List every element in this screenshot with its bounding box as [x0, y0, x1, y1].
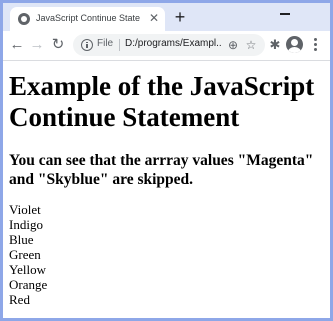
- close-icon[interactable]: ✕: [148, 12, 160, 24]
- new-tab-button[interactable]: +: [170, 7, 190, 27]
- address-bar[interactable]: File D:/programs/Exampl... ⊕ ☆: [73, 34, 265, 56]
- browser-window: JavaScript Continue Statement ✕ + ← → ↻ …: [3, 3, 330, 318]
- url-text[interactable]: D:/programs/Exampl...: [125, 38, 221, 49]
- color-list: Violet Indigo Blue Green Yellow Orange R…: [9, 202, 209, 307]
- active-tab[interactable]: JavaScript Continue Statement ✕: [10, 7, 165, 31]
- bookmark-star-icon[interactable]: ☆: [243, 37, 259, 53]
- tab-strip: JavaScript Continue Statement ✕ +: [3, 3, 330, 31]
- profile-avatar[interactable]: [286, 36, 303, 53]
- info-icon[interactable]: [81, 39, 93, 51]
- minimize-icon[interactable]: [280, 13, 290, 15]
- zoom-icon[interactable]: ⊕: [225, 37, 241, 53]
- page-content: Example of the JavaScript Continue State…: [3, 61, 330, 318]
- list-item: Blue: [9, 232, 34, 247]
- back-button[interactable]: ←: [8, 36, 26, 54]
- list-item: Orange: [9, 277, 48, 292]
- scheme-label: File: [97, 38, 114, 49]
- globe-icon: [18, 13, 30, 25]
- page-subheading: You can see that the arrray values "Mage…: [9, 152, 314, 188]
- reload-button[interactable]: ↻: [49, 36, 67, 54]
- list-item: Yellow: [9, 262, 46, 277]
- list-item: Indigo: [9, 217, 43, 232]
- menu-icon[interactable]: [309, 38, 323, 53]
- forward-button[interactable]: →: [28, 36, 46, 54]
- extensions-icon[interactable]: ✱: [266, 36, 284, 54]
- browser-toolbar: ← → ↻ File D:/programs/Exampl... ⊕ ☆ ✱: [3, 31, 330, 61]
- divider: [119, 39, 120, 51]
- list-item: Green: [9, 247, 41, 262]
- list-item: Violet: [9, 202, 41, 217]
- list-item: Red: [9, 292, 30, 307]
- tab-title: JavaScript Continue Statement: [36, 13, 140, 23]
- page-heading: Example of the JavaScript Continue State…: [9, 71, 315, 132]
